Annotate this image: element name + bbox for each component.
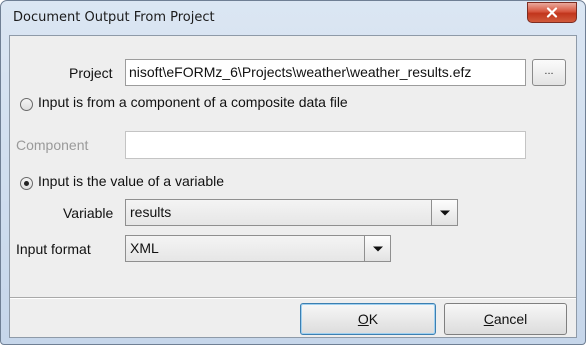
input-format-label: Input format [16,241,91,257]
variable-radio[interactable] [20,177,33,190]
dialog-window: Document Output From Project Project nis… [0,0,586,345]
project-path-field[interactable]: nisoft\eFORMz_6\Projects\weather\weather… [125,59,526,86]
browse-button[interactable]: ... [532,59,566,86]
input-format-combo[interactable]: XML [125,235,391,262]
cancel-mnemonic: C [483,311,494,327]
input-format-combo-value: XML [130,240,159,256]
component-label: Component [16,137,89,153]
close-x-icon [546,7,558,18]
chevron-down-icon[interactable] [364,236,390,261]
variable-radio-label[interactable]: Input is the value of a variable [38,173,224,189]
dialog-content: Project nisoft\eFORMz_6\Projects\weather… [9,35,577,338]
ok-mnemonic: O [357,311,369,327]
title-bar[interactable]: Document Output From Project [1,1,585,35]
ok-button[interactable]: OK [300,303,436,335]
close-button[interactable] [527,2,577,23]
cancel-label-rest: ancel [493,311,528,327]
button-bar-separator [10,297,576,299]
component-field[interactable] [125,131,526,159]
variable-combo-value: results [130,204,172,220]
chevron-down-icon[interactable] [431,200,457,225]
window-title: Document Output From Project [13,10,215,25]
component-radio-label[interactable]: Input is from a component of a composite… [38,94,348,110]
variable-combo[interactable]: results [125,199,458,226]
component-radio[interactable] [20,98,33,111]
ok-label-rest: K [368,311,379,327]
project-label: Project [69,65,113,81]
cancel-button[interactable]: Cancel [444,303,567,335]
variable-label: Variable [63,205,114,221]
